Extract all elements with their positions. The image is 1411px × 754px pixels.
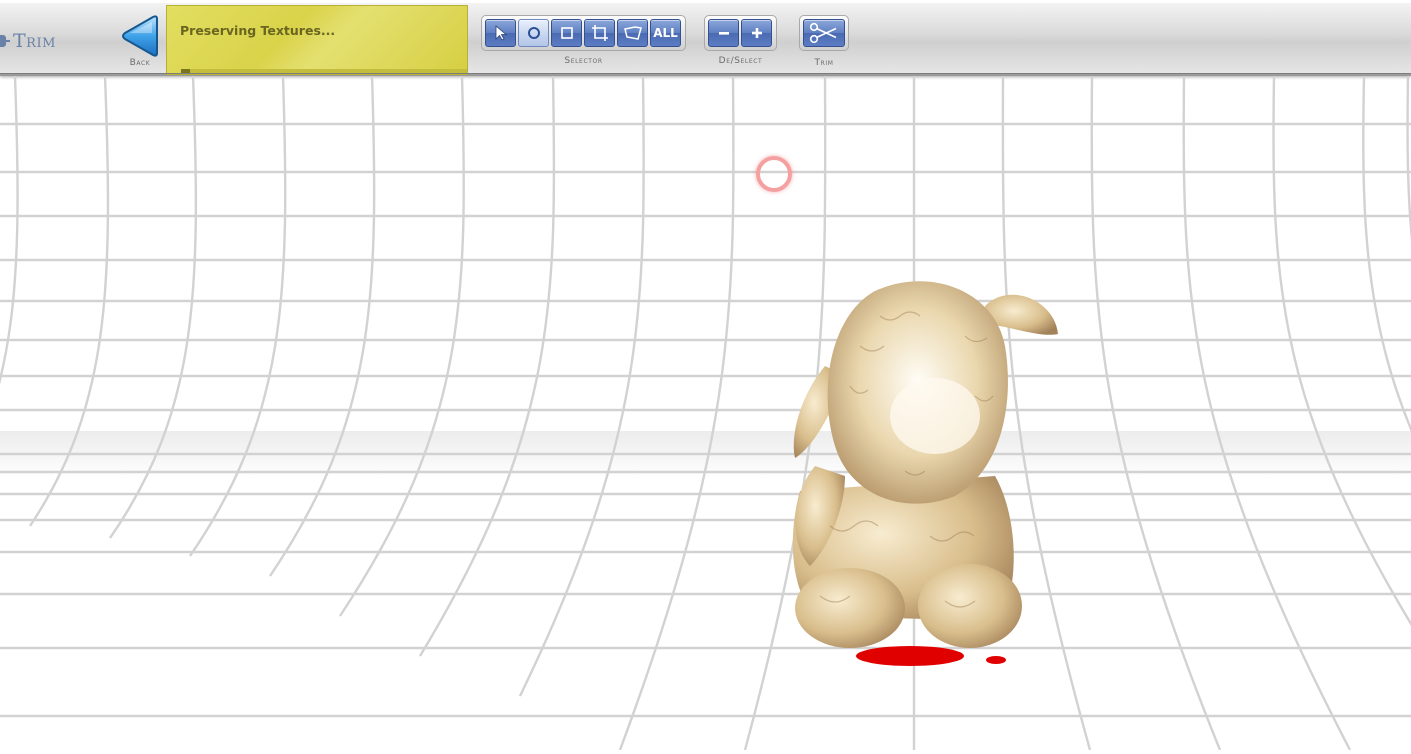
rectangle-select-button[interactable] bbox=[551, 19, 582, 47]
polygon-select-button[interactable] bbox=[617, 19, 648, 47]
grid-backdrop bbox=[0, 75, 1411, 751]
selector-group: ALL bbox=[481, 15, 686, 51]
scissors-icon bbox=[809, 22, 837, 44]
circle-select-button[interactable] bbox=[518, 19, 549, 47]
3d-viewport[interactable] bbox=[0, 75, 1411, 751]
select-add-button[interactable] bbox=[741, 19, 772, 47]
mode-title: Trim bbox=[0, 29, 56, 53]
back-label: Back bbox=[129, 58, 151, 68]
trim-group bbox=[799, 15, 849, 51]
trim-button[interactable] bbox=[803, 19, 845, 47]
gear-icon bbox=[0, 35, 10, 47]
deselect-label: De/Select bbox=[718, 56, 763, 66]
toolbar: Trim Back Preserving Textures... ALL Sel… bbox=[0, 0, 1411, 76]
cursor-ring bbox=[756, 156, 792, 192]
progress-fill bbox=[181, 69, 190, 73]
selector-label: Selector bbox=[564, 56, 603, 66]
crop-select-button[interactable] bbox=[584, 19, 615, 47]
mode-title-text: Trim bbox=[13, 30, 56, 52]
pointer-tool-button[interactable] bbox=[485, 19, 516, 47]
status-text: Preserving Textures... bbox=[180, 23, 336, 38]
plus-icon bbox=[751, 28, 762, 38]
trim-label: Trim bbox=[814, 58, 834, 68]
back-arrow-icon bbox=[122, 15, 158, 57]
deselect-button[interactable] bbox=[708, 19, 739, 47]
deselect-group bbox=[704, 15, 777, 51]
progress-bar bbox=[181, 69, 467, 73]
back-button[interactable] bbox=[117, 13, 163, 61]
select-all-label: ALL bbox=[653, 26, 678, 40]
pointer-arrow-icon bbox=[495, 25, 507, 41]
select-all-button[interactable]: ALL bbox=[650, 19, 681, 47]
rectangle-select-icon bbox=[560, 27, 573, 39]
circle-select-icon bbox=[527, 27, 540, 39]
status-panel: Preserving Textures... bbox=[166, 5, 468, 75]
polygon-select-icon bbox=[623, 26, 642, 40]
crop-select-icon bbox=[591, 25, 608, 41]
minus-icon bbox=[718, 32, 729, 35]
